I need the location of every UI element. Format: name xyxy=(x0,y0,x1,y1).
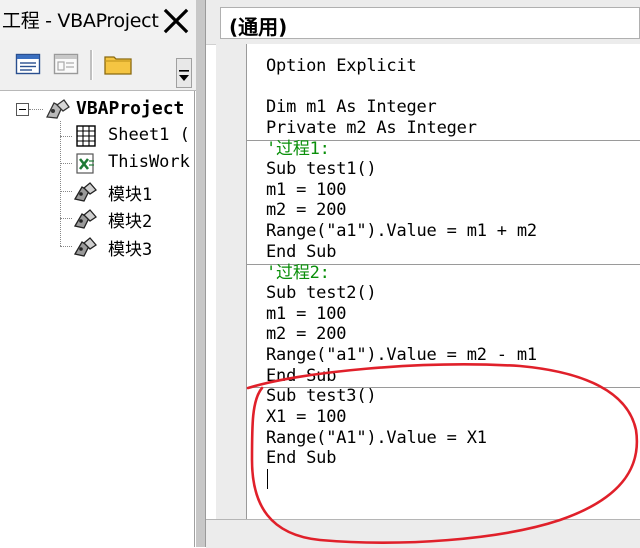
project-tree: VBAProject Sheet1 (ThisWork 模块1 模块2 模块3 xyxy=(0,91,195,547)
view-object-icon xyxy=(53,53,79,75)
code-comment-line[interactable]: '过程1: xyxy=(266,139,330,160)
code-line[interactable]: Sub test3() xyxy=(266,386,377,407)
toggle-folders-button[interactable] xyxy=(102,50,134,78)
code-line[interactable]: End Sub xyxy=(266,242,336,263)
code-margin-indicator-bar[interactable] xyxy=(216,44,247,519)
worksheet-icon xyxy=(72,124,100,148)
close-button[interactable] xyxy=(160,5,192,37)
tree-line xyxy=(60,191,72,192)
tree-line xyxy=(60,246,72,247)
tree-line xyxy=(29,109,43,110)
code-comment-line[interactable]: '过程2: xyxy=(266,263,330,284)
code-editor[interactable]: Option Explicit Dim m1 As Integer Privat… xyxy=(247,44,640,519)
close-icon xyxy=(163,8,189,34)
module-icon xyxy=(72,234,100,258)
tree-line xyxy=(60,121,61,246)
code-line[interactable]: m2 = 200 xyxy=(266,324,346,345)
workbook-icon xyxy=(72,151,100,175)
code-line[interactable]: End Sub xyxy=(266,448,336,469)
tree-item-label: 模块2 xyxy=(108,212,153,232)
object-dropdown-value: (通用) xyxy=(229,15,288,39)
code-line[interactable]: Range("a1").Value = m2 - m1 xyxy=(266,345,537,366)
collapse-toggle[interactable] xyxy=(16,103,29,116)
code-line[interactable]: Sub test2() xyxy=(266,283,377,304)
code-line[interactable]: m1 = 100 xyxy=(266,180,346,201)
code-line[interactable]: m2 = 200 xyxy=(266,200,346,221)
code-line[interactable]: Private m2 As Integer xyxy=(266,118,477,139)
code-line[interactable]: X1 = 100 xyxy=(266,407,346,428)
project-explorer-title: 工程 - VBAProject xyxy=(2,10,159,32)
project-explorer-toolbar xyxy=(0,40,196,91)
chevron-down-icon xyxy=(176,58,192,88)
code-line[interactable]: Dim m1 As Integer xyxy=(266,97,437,118)
text-cursor xyxy=(267,469,268,489)
project-explorer: 工程 - VBAProject VBAProject Sheet1 (This… xyxy=(0,0,196,547)
tree-item-label: Sheet1 ( xyxy=(108,125,190,145)
pane-splitter[interactable] xyxy=(196,0,206,547)
tree-item-label: 模块1 xyxy=(108,185,153,205)
tree-line xyxy=(60,218,72,219)
tree-item-label: 模块3 xyxy=(108,240,153,260)
tree-item-label: ThisWork xyxy=(108,152,190,172)
vba-project-icon xyxy=(44,97,72,121)
view-object-button[interactable] xyxy=(52,50,80,78)
code-line[interactable]: Sub test1() xyxy=(266,159,377,180)
toolbar-scroll-button[interactable] xyxy=(176,58,192,88)
code-window: (通用) Option Explicit Dim m1 As Integer P… xyxy=(206,0,640,548)
toolbar-separator xyxy=(90,50,93,80)
code-line[interactable]: Range("A1").Value = X1 xyxy=(266,428,487,449)
module-icon xyxy=(72,206,100,230)
tree-item-label: VBAProject xyxy=(76,98,185,119)
code-line[interactable]: Range("a1").Value = m1 + m2 xyxy=(266,221,537,242)
code-window-bottom-bar xyxy=(206,519,640,548)
module-icon xyxy=(72,179,100,203)
object-dropdown[interactable]: (通用) xyxy=(220,7,640,39)
tree-line xyxy=(60,163,72,164)
code-line[interactable]: m1 = 100 xyxy=(266,304,346,325)
project-explorer-titlebar: 工程 - VBAProject xyxy=(0,0,196,40)
view-code-button[interactable] xyxy=(14,50,42,78)
code-line[interactable]: Option Explicit xyxy=(266,56,417,77)
code-window-header: (通用) xyxy=(206,0,640,45)
code-line[interactable]: End Sub xyxy=(266,366,336,387)
tree-line xyxy=(60,136,72,137)
folder-icon xyxy=(104,56,132,75)
view-code-icon xyxy=(15,53,41,75)
